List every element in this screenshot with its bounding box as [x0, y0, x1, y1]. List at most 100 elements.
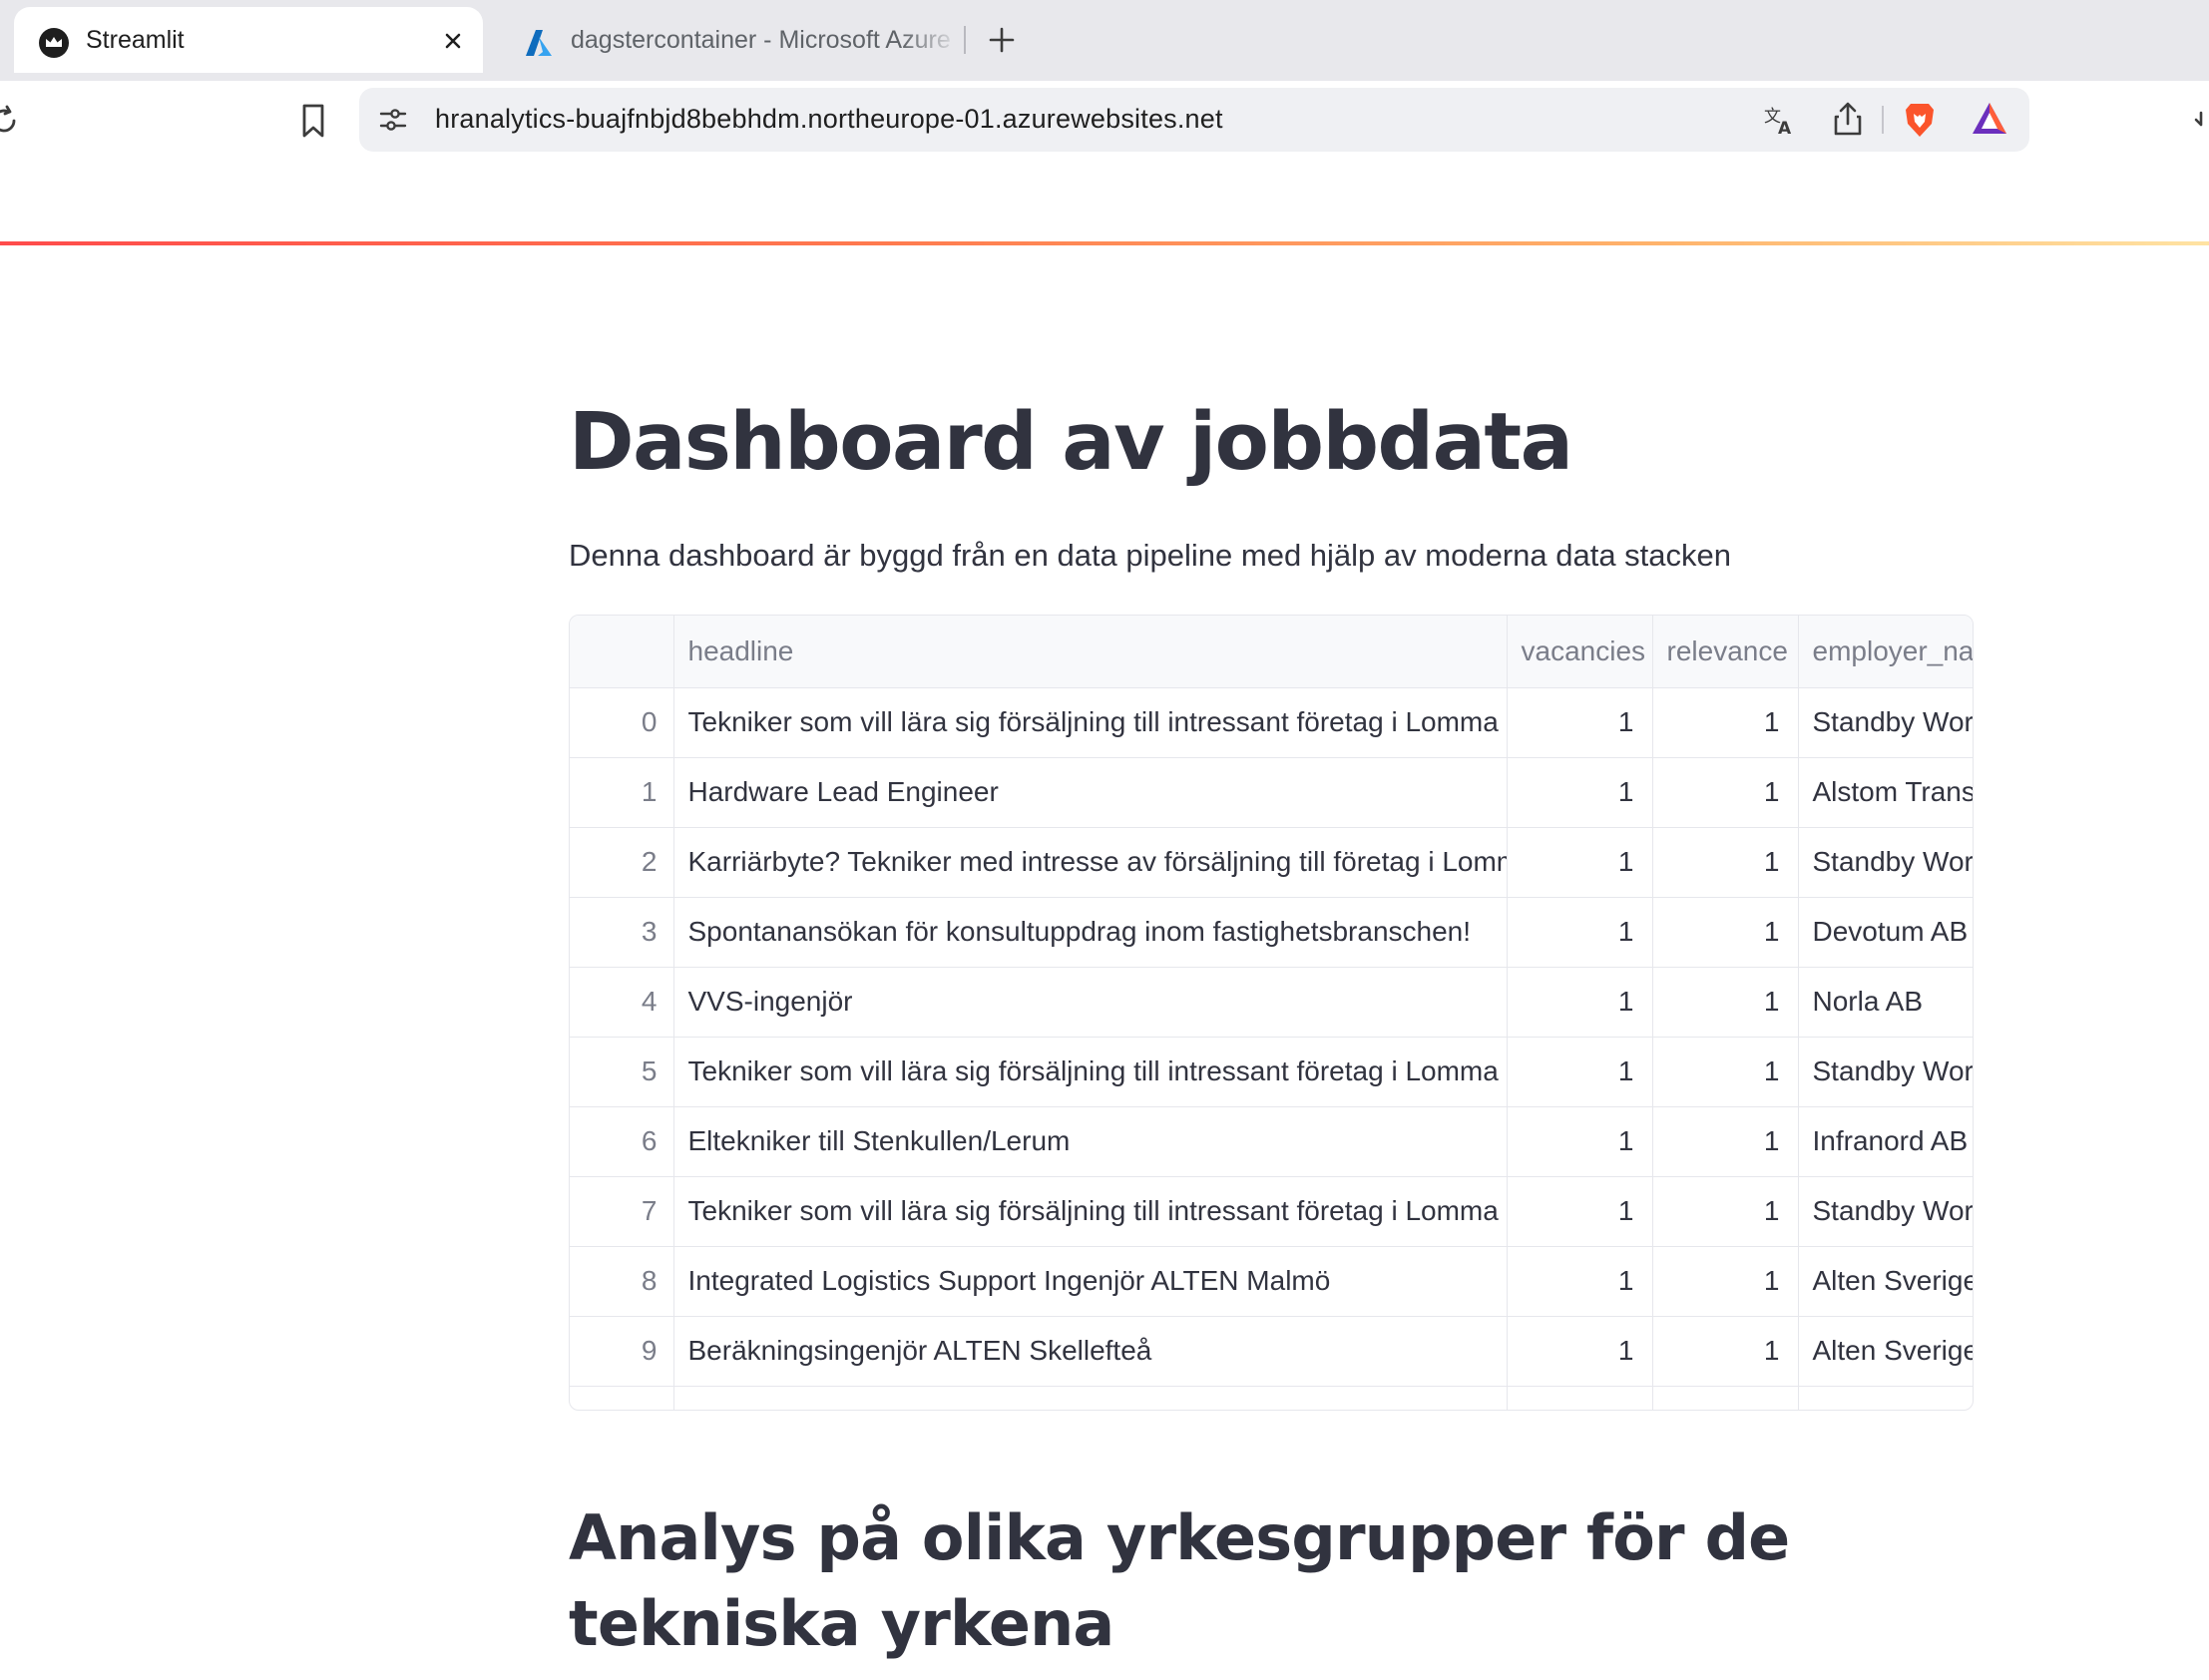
cell-vacancies[interactable]: 1: [1507, 827, 1653, 898]
cell-vacancies[interactable]: 1: [1507, 1176, 1653, 1247]
row-index: 5: [570, 1037, 674, 1107]
tab-streamlit[interactable]: Streamlit: [14, 7, 483, 73]
table-row[interactable]: 2 Karriärbyte? Tekniker med intresse av …: [570, 827, 1973, 898]
close-icon[interactable]: [439, 27, 467, 55]
page-title: Dashboard av jobbdata: [569, 396, 1573, 488]
cell-employer-name[interactable]: Standby Workhouse: [1798, 687, 1973, 758]
row-index: 10: [570, 1386, 674, 1410]
table-row[interactable]: 8 Integrated Logistics Support Ingenjör …: [570, 1246, 1973, 1317]
column-header-vacancies[interactable]: vacancies: [1507, 616, 1653, 688]
row-index: 4: [570, 967, 674, 1038]
cell-headline[interactable]: Spontanansökan för konsultuppdrag inom f…: [673, 897, 1508, 968]
cell-vacancies[interactable]: 1: [1507, 687, 1653, 758]
cell-headline[interactable]: Integrated Logistics Support Ingenjör AL…: [673, 1246, 1508, 1317]
streamlit-crown-icon: [39, 28, 69, 58]
tab-title: dagstercontainer - Microsoft Azure: [571, 26, 951, 54]
cell-employer-name[interactable]: Norla AB: [1798, 967, 1973, 1038]
cell-employer-name[interactable]: Infranord AB: [1798, 1106, 1973, 1177]
bookmark-icon[interactable]: [295, 101, 331, 141]
cell-headline[interactable]: Tekniker som vill lära sig försäljning t…: [673, 1037, 1508, 1107]
row-index: 6: [570, 1106, 674, 1177]
cell-employer-name[interactable]: Alten Sverige AB: [1798, 1246, 1973, 1317]
cell-vacancies[interactable]: 1: [1507, 757, 1653, 828]
cell-relevance[interactable]: 1: [1652, 1106, 1799, 1177]
column-header-relevance[interactable]: relevance: [1652, 616, 1799, 688]
table-row[interactable]: 6 Eltekniker till Stenkullen/Lerum 1 1 I…: [570, 1106, 1973, 1177]
brave-shields-icon[interactable]: [1902, 100, 1938, 140]
cell-employer-name[interactable]: Alten Sverige AB: [1798, 1386, 1973, 1410]
cell-headline[interactable]: VVS-ingenjör: [673, 967, 1508, 1038]
browser-tab-strip: Streamlit dagstercontainer - Microsoft A…: [0, 0, 2209, 81]
cell-employer-name[interactable]: Devotum AB: [1798, 897, 1973, 968]
cell-vacancies[interactable]: 1: [1507, 1106, 1653, 1177]
cell-relevance[interactable]: 1: [1652, 1037, 1799, 1107]
brave-rewards-icon[interactable]: [1970, 100, 2009, 138]
cell-vacancies[interactable]: 1: [1507, 1386, 1653, 1410]
cell-headline[interactable]: Beräkningsingenjör ALTEN Skellefteå: [673, 1316, 1508, 1387]
cell-relevance[interactable]: 1: [1652, 1386, 1799, 1410]
tab-azure[interactable]: dagstercontainer - Microsoft Azure: [499, 7, 968, 73]
browser-toolbar: hranalytics-buajfnbjd8bebhdm.northeurope…: [0, 81, 2209, 245]
cell-relevance[interactable]: 1: [1652, 827, 1799, 898]
table-row[interactable]: 5 Tekniker som vill lära sig försäljning…: [570, 1037, 1973, 1107]
cell-headline[interactable]: Karriärbyte? Tekniker med intresse av fö…: [673, 827, 1508, 898]
row-index: 7: [570, 1176, 674, 1247]
row-index: 8: [570, 1246, 674, 1317]
reload-icon[interactable]: [0, 103, 22, 139]
table-row[interactable]: 10 Embedded utvecklare till ALTEN i Link…: [570, 1386, 1973, 1410]
address-bar[interactable]: hranalytics-buajfnbjd8bebhdm.northeurope…: [359, 88, 2029, 152]
cell-relevance[interactable]: 1: [1652, 687, 1799, 758]
cell-vacancies[interactable]: 1: [1507, 1246, 1653, 1317]
column-header-employer-name[interactable]: employer_name: [1798, 616, 1973, 688]
translate-icon[interactable]: 文 A: [1762, 102, 1798, 138]
cell-employer-name[interactable]: Standby Workhouse: [1798, 1176, 1973, 1247]
column-header-headline[interactable]: headline: [673, 616, 1508, 688]
table-row[interactable]: 1 Hardware Lead Engineer 1 1 Alstom Tran…: [570, 757, 1973, 828]
cell-relevance[interactable]: 1: [1652, 1316, 1799, 1387]
cell-headline[interactable]: Tekniker som vill lära sig försäljning t…: [673, 1176, 1508, 1247]
streamlit-loading-bar: [0, 241, 2209, 245]
tab-title: Streamlit: [86, 26, 185, 54]
cell-headline[interactable]: Tekniker som vill lära sig försäljning t…: [673, 687, 1508, 758]
cell-vacancies[interactable]: 1: [1507, 897, 1653, 968]
row-index: 1: [570, 757, 674, 828]
row-index: 0: [570, 687, 674, 758]
table-header-row: headline vacancies relevance employer_na…: [570, 616, 1973, 688]
cell-employer-name[interactable]: Standby Workhouse: [1798, 1037, 1973, 1107]
azure-icon: [526, 30, 552, 56]
cell-vacancies[interactable]: 1: [1507, 967, 1653, 1038]
cell-relevance[interactable]: 1: [1652, 1246, 1799, 1317]
table-row[interactable]: 4 VVS-ingenjör 1 1 Norla AB: [570, 967, 1973, 1038]
cell-employer-name[interactable]: Alten Sverige AB: [1798, 1316, 1973, 1387]
cell-headline[interactable]: Hardware Lead Engineer: [673, 757, 1508, 828]
cell-vacancies[interactable]: 1: [1507, 1037, 1653, 1107]
data-table: headline vacancies relevance employer_na…: [570, 616, 1973, 1410]
section-title: Analys på olika yrkesgrupper för de tekn…: [569, 1501, 1790, 1660]
cell-employer-name[interactable]: Alstom Transport: [1798, 757, 1973, 828]
toolbar-divider: [1882, 106, 1884, 134]
column-header-index[interactable]: [570, 616, 674, 688]
svg-text:A: A: [1778, 119, 1792, 138]
row-index: 2: [570, 827, 674, 898]
table-row[interactable]: 7 Tekniker som vill lära sig försäljning…: [570, 1176, 1973, 1247]
cell-employer-name[interactable]: Standby Workhouse: [1798, 827, 1973, 898]
cell-relevance[interactable]: 1: [1652, 757, 1799, 828]
cell-headline[interactable]: Embedded utvecklare till ALTEN i Linköpi…: [673, 1386, 1508, 1410]
site-settings-icon[interactable]: [377, 104, 409, 136]
row-index: 9: [570, 1316, 674, 1387]
dataframe[interactable]: headline vacancies relevance employer_na…: [569, 615, 1974, 1411]
table-row[interactable]: 0 Tekniker som vill lära sig försäljning…: [570, 687, 1973, 758]
table-row[interactable]: 9 Beräkningsingenjör ALTEN Skellefteå 1 …: [570, 1316, 1973, 1387]
plus-icon[interactable]: [984, 22, 1020, 58]
cell-relevance[interactable]: 1: [1652, 967, 1799, 1038]
tab-divider: [964, 26, 966, 54]
share-icon[interactable]: [1832, 100, 1864, 138]
cell-relevance[interactable]: 1: [1652, 897, 1799, 968]
cell-relevance[interactable]: 1: [1652, 1176, 1799, 1247]
table-row[interactable]: 3 Spontanansökan för konsultuppdrag inom…: [570, 897, 1973, 968]
url-text[interactable]: hranalytics-buajfnbjd8bebhdm.northeurope…: [435, 104, 1223, 135]
row-index: 3: [570, 897, 674, 968]
download-icon[interactable]: [2193, 109, 2209, 133]
cell-headline[interactable]: Eltekniker till Stenkullen/Lerum: [673, 1106, 1508, 1177]
cell-vacancies[interactable]: 1: [1507, 1316, 1653, 1387]
